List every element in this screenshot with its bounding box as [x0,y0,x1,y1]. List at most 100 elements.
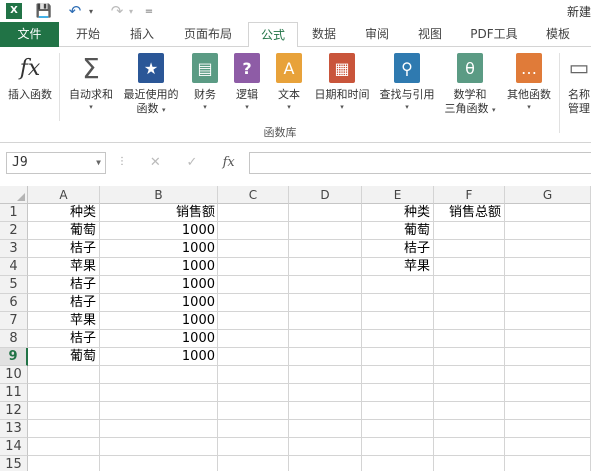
cell-c5[interactable] [218,276,289,294]
cell-f8[interactable] [434,330,505,348]
cell-b2[interactable]: 1000 [100,222,218,240]
chevron-down-icon[interactable]: ▼ [96,153,101,173]
cell-e3[interactable]: 桔子 [362,240,434,258]
customize-quick-access-icon[interactable]: = [142,1,156,21]
row-header-13[interactable]: 13 [0,420,28,438]
column-header-d[interactable]: D [289,186,362,204]
cell-a12[interactable] [28,402,100,420]
cell-f6[interactable] [434,294,505,312]
cell-f7[interactable] [434,312,505,330]
row-header-9[interactable]: 9 [0,348,28,366]
cell-b7[interactable]: 1000 [100,312,218,330]
cell-e8[interactable] [362,330,434,348]
cell-b4[interactable]: 1000 [100,258,218,276]
column-header-c[interactable]: C [218,186,289,204]
tab-pdf-tools[interactable]: PDF工具 [460,22,528,47]
cell-e10[interactable] [362,366,434,384]
row-header-4[interactable]: 4 [0,258,28,276]
cell-g11[interactable] [505,384,591,402]
cell-b5[interactable]: 1000 [100,276,218,294]
cell-a9[interactable]: 葡萄 [28,348,100,366]
column-header-f[interactable]: F [434,186,505,204]
cell-c8[interactable] [218,330,289,348]
column-header-g[interactable]: G [505,186,591,204]
financial-button[interactable]: ▤ 财务 ▾ [186,51,224,112]
cell-d6[interactable] [289,294,362,312]
cell-d1[interactable] [289,204,362,222]
cell-a11[interactable] [28,384,100,402]
cell-d3[interactable] [289,240,362,258]
name-manager-button[interactable]: ▭ 名称 管理 [562,51,591,116]
undo-dropdown-icon[interactable]: ▾ [86,1,96,21]
cell-e12[interactable] [362,402,434,420]
cell-a5[interactable]: 桔子 [28,276,100,294]
tab-review[interactable]: 审阅 [352,22,402,47]
row-header-1[interactable]: 1 [0,204,28,222]
cell-c4[interactable] [218,258,289,276]
cell-e11[interactable] [362,384,434,402]
cell-a6[interactable]: 桔子 [28,294,100,312]
cell-e4[interactable]: 苹果 [362,258,434,276]
cell-c3[interactable] [218,240,289,258]
row-header-5[interactable]: 5 [0,276,28,294]
name-box[interactable]: J9 ▼ [6,152,106,174]
row-header-3[interactable]: 3 [0,240,28,258]
cell-c10[interactable] [218,366,289,384]
cell-e1[interactable]: 种类 [362,204,434,222]
row-header-10[interactable]: 10 [0,366,28,384]
tab-templates[interactable]: 模板 [532,22,584,47]
tab-home[interactable]: 开始 [62,22,114,47]
cell-g7[interactable] [505,312,591,330]
cell-e13[interactable] [362,420,434,438]
row-header-15[interactable]: 15 [0,456,28,471]
autosum-button[interactable]: Σ 自动求和 ▾ [64,51,118,112]
cell-f4[interactable] [434,258,505,276]
cell-a2[interactable]: 葡萄 [28,222,100,240]
cell-d15[interactable] [289,456,362,471]
cell-b13[interactable] [100,420,218,438]
cell-g2[interactable] [505,222,591,240]
cell-b10[interactable] [100,366,218,384]
cell-d8[interactable] [289,330,362,348]
cell-g9[interactable] [505,348,591,366]
cell-f2[interactable] [434,222,505,240]
cell-b6[interactable]: 1000 [100,294,218,312]
cell-a14[interactable] [28,438,100,456]
cell-f9[interactable] [434,348,505,366]
row-header-14[interactable]: 14 [0,438,28,456]
cell-b3[interactable]: 1000 [100,240,218,258]
cell-d13[interactable] [289,420,362,438]
cell-c6[interactable] [218,294,289,312]
cell-b14[interactable] [100,438,218,456]
cell-d14[interactable] [289,438,362,456]
cell-e2[interactable]: 葡萄 [362,222,434,240]
tab-formulas[interactable]: 公式 [248,22,298,48]
row-header-11[interactable]: 11 [0,384,28,402]
cell-f13[interactable] [434,420,505,438]
cell-d5[interactable] [289,276,362,294]
cancel-icon[interactable]: ✕ [137,152,174,174]
cell-c11[interactable] [218,384,289,402]
cell-e5[interactable] [362,276,434,294]
cell-g12[interactable] [505,402,591,420]
cell-d4[interactable] [289,258,362,276]
cell-g3[interactable] [505,240,591,258]
row-header-12[interactable]: 12 [0,402,28,420]
cell-a3[interactable]: 桔子 [28,240,100,258]
cell-c1[interactable] [218,204,289,222]
undo-icon[interactable]: ↶ [64,1,86,21]
row-header-2[interactable]: 2 [0,222,28,240]
cell-b1[interactable]: 销售额 [100,204,218,222]
redo-icon[interactable]: ↷ [106,1,128,21]
cell-b9[interactable]: 1000 [100,348,218,366]
cell-a10[interactable] [28,366,100,384]
cell-e9[interactable] [362,348,434,366]
column-header-e[interactable]: E [362,186,434,204]
cell-d9[interactable] [289,348,362,366]
row-header-6[interactable]: 6 [0,294,28,312]
cell-a13[interactable] [28,420,100,438]
cell-b15[interactable] [100,456,218,471]
redo-dropdown-icon[interactable]: ▾ [126,1,136,21]
cell-g13[interactable] [505,420,591,438]
cell-e15[interactable] [362,456,434,471]
